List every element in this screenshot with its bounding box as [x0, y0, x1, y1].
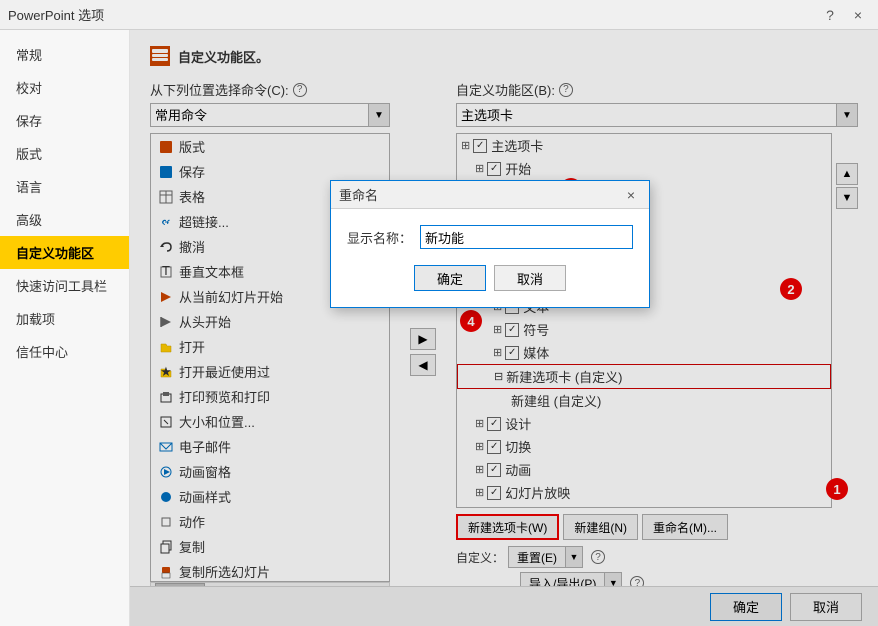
rename-dialog-title: 重命名: [339, 185, 378, 204]
sidebar-item-layout[interactable]: 版式: [0, 137, 129, 170]
sidebar-item-quick-access[interactable]: 快速访问工具栏: [0, 269, 129, 302]
main-content: 自定义功能区。 从下列位置选择命令(C): ? 常用命令 ▼: [130, 30, 878, 626]
rename-confirm-button[interactable]: 确定: [414, 265, 486, 291]
rename-row: 显示名称：: [347, 225, 633, 249]
window-controls: ? ×: [818, 4, 870, 26]
sidebar-item-proofing[interactable]: 校对: [0, 71, 129, 104]
rename-title-bar: 重命名 ×: [331, 181, 649, 209]
rename-cancel-button[interactable]: 取消: [494, 265, 566, 291]
rename-close-button[interactable]: ×: [621, 186, 641, 204]
sidebar-item-trust-center[interactable]: 信任中心: [0, 335, 129, 368]
rename-dialog: 重命名 × 显示名称： 确定 取消: [330, 180, 650, 308]
sidebar-item-save[interactable]: 保存: [0, 104, 129, 137]
sidebar-item-general[interactable]: 常规: [0, 38, 129, 71]
dialog-overlay: [130, 30, 878, 626]
rename-actions: 确定 取消: [347, 265, 633, 291]
dialog-title: PowerPoint 选项: [8, 5, 104, 24]
sidebar-item-customize-ribbon[interactable]: 自定义功能区: [0, 236, 129, 269]
sidebar-item-addins[interactable]: 加载项: [0, 302, 129, 335]
help-button[interactable]: ?: [818, 4, 842, 26]
dialog-body: 常规 校对 保存 版式 语言 高级 自定义功能区 快速访问工具栏 加载项 信任中…: [0, 30, 878, 626]
display-name-label: 显示名称：: [347, 228, 412, 247]
rename-dialog-body: 显示名称： 确定 取消: [331, 209, 649, 307]
sidebar: 常规 校对 保存 版式 语言 高级 自定义功能区 快速访问工具栏 加载项 信任中…: [0, 30, 130, 626]
rename-input[interactable]: [420, 225, 633, 249]
close-button[interactable]: ×: [846, 4, 870, 26]
sidebar-item-language[interactable]: 语言: [0, 170, 129, 203]
title-bar: PowerPoint 选项 ? ×: [0, 0, 878, 30]
sidebar-item-advanced[interactable]: 高级: [0, 203, 129, 236]
